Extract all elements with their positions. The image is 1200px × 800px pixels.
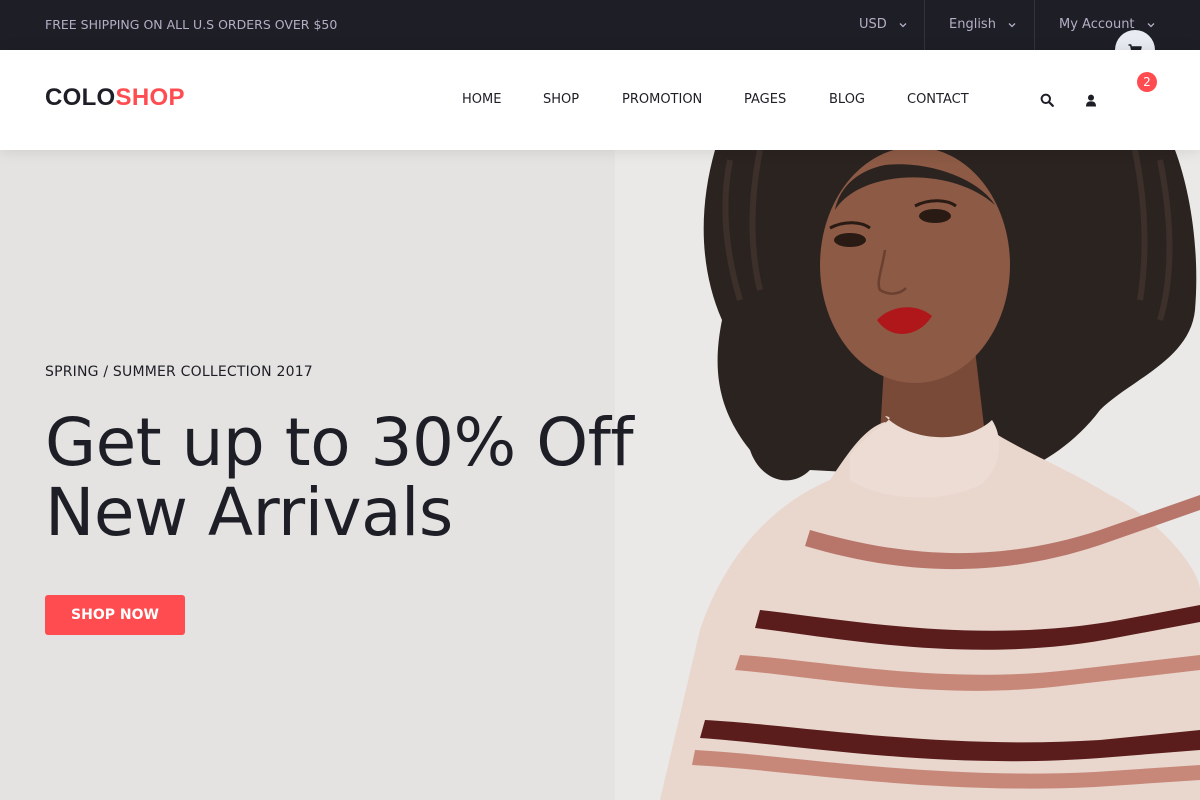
headline-line-2: New Arrivals [45, 474, 453, 551]
nav-promotion[interactable]: PROMOTION [622, 50, 702, 150]
chevron-down-icon [899, 23, 907, 28]
logo-part-2: SHOP [115, 84, 185, 111]
hero-headline: Get up to 30% Off New Arrivals [45, 404, 634, 551]
language-label: English [949, 17, 996, 32]
chevron-down-icon [1008, 23, 1016, 28]
user-icon [1086, 94, 1096, 106]
nav-shop[interactable]: SHOP [543, 50, 579, 150]
headline-line-1: Get up to 30% Off [45, 404, 634, 481]
collection-label: SPRING / SUMMER COLLECTION 2017 [45, 364, 313, 380]
logo-part-1: COLO [45, 84, 116, 111]
language-dropdown[interactable]: English [949, 0, 1018, 50]
hero-banner: SPRING / SUMMER COLLECTION 2017 Get up t… [0, 150, 1200, 800]
main-header: COLOSHOP HOME SHOP PROMOTION PAGES BLOG … [0, 50, 1200, 150]
cart-count-badge: 2 [1137, 72, 1157, 92]
account-button[interactable] [1079, 88, 1103, 112]
free-shipping-notice: FREE SHIPPING ON ALL U.S ORDERS OVER $50 [45, 17, 338, 32]
currency-label: USD [859, 17, 887, 32]
shop-now-button[interactable]: SHOP NOW [45, 595, 185, 635]
topbar-divider [1034, 0, 1035, 50]
currency-dropdown[interactable]: USD [859, 0, 909, 50]
topbar-divider [924, 0, 925, 50]
chevron-down-icon [1147, 23, 1154, 28]
search-button[interactable] [1035, 88, 1059, 112]
logo[interactable]: COLOSHOP [45, 84, 185, 112]
nav-pages[interactable]: PAGES [744, 50, 786, 150]
hero-model-image [660, 150, 1200, 800]
search-icon [1040, 93, 1054, 107]
top-bar: FREE SHIPPING ON ALL U.S ORDERS OVER $50… [0, 0, 1200, 50]
nav-home[interactable]: HOME [462, 50, 501, 150]
nav-blog[interactable]: BLOG [829, 50, 865, 150]
nav-contact[interactable]: CONTACT [907, 50, 969, 150]
